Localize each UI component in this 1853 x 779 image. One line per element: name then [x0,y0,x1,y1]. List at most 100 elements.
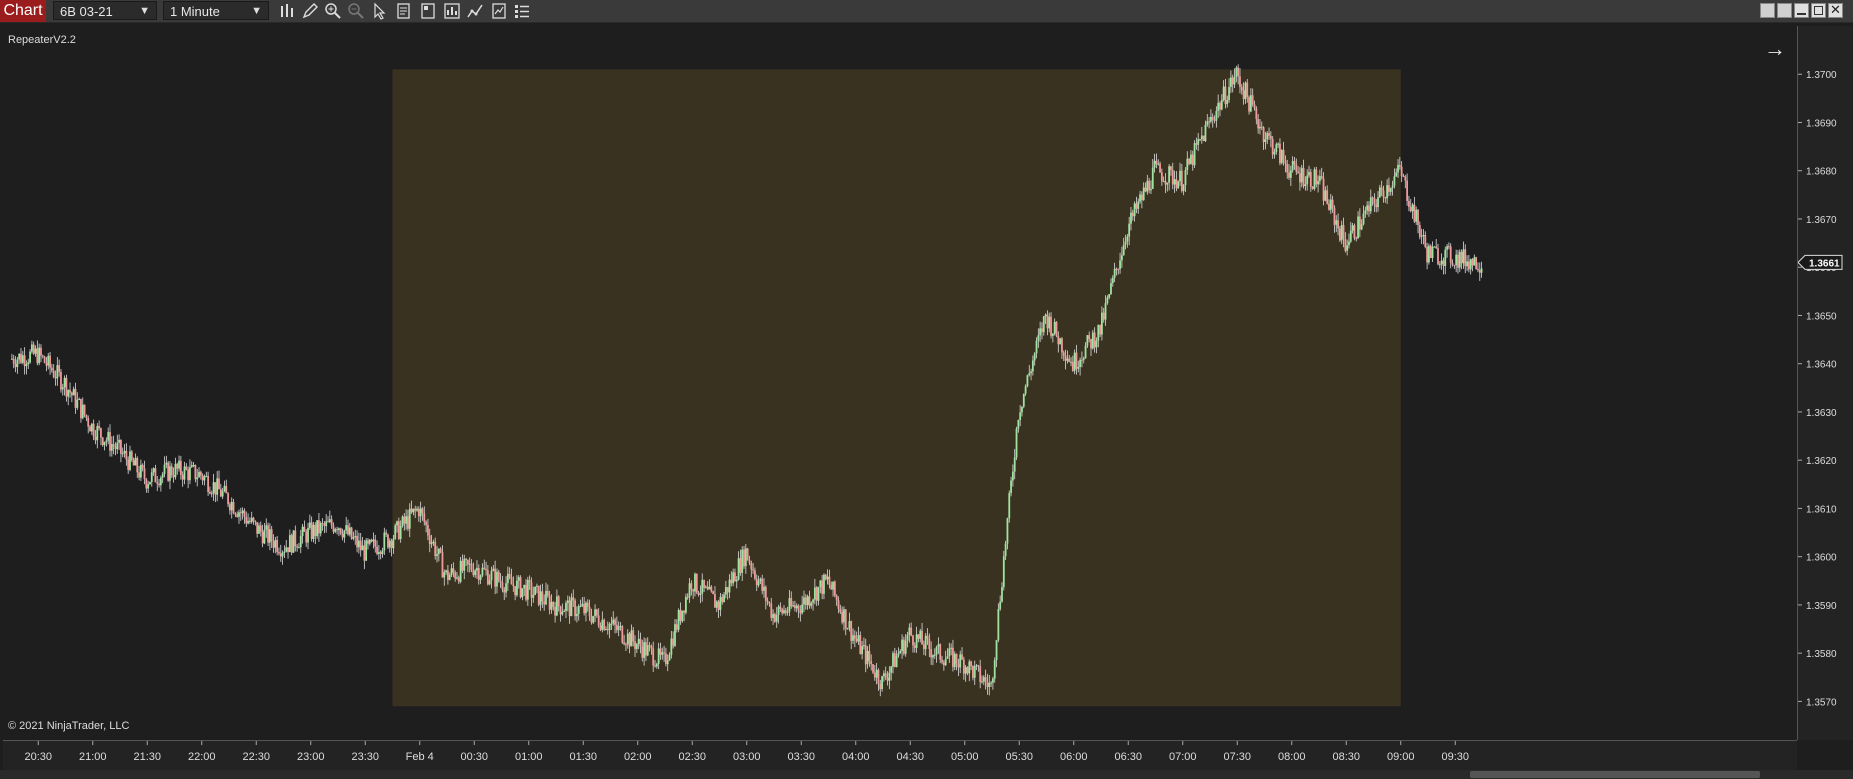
candle [328,510,331,524]
candle [287,547,289,559]
candle [1437,243,1439,266]
arrow-right-icon[interactable]: → [1764,38,1790,60]
candle [199,470,202,480]
candle [49,351,51,375]
time-tick-label: 05:30 [1005,751,1033,763]
candle [234,512,237,518]
data-box-icon[interactable] [395,2,413,20]
draw-pencil-icon[interactable] [301,2,319,20]
candle [245,511,248,528]
candle [50,363,53,373]
time-tick-label: 02:00 [624,751,652,763]
tile-alt-icon[interactable] [1777,3,1792,18]
time-tick-label: 04:00 [842,751,870,763]
zoom-out-icon[interactable] [347,2,365,20]
candle [263,523,266,545]
candle [1091,329,1094,350]
candle [1015,426,1018,461]
price-tick-label: 1.3620 [1806,456,1837,467]
time-tick-label: 03:00 [733,751,761,763]
candle [1442,257,1445,275]
candle [152,467,155,476]
price-tick-label: 1.3610 [1806,504,1837,515]
candle [1202,135,1205,142]
horizontal-scrollbar[interactable] [0,770,1853,779]
zoom-in-icon[interactable] [324,2,342,20]
candle [1422,229,1425,245]
candle [376,540,378,556]
close-icon[interactable]: ✕ [1828,2,1843,18]
candle [1446,244,1448,258]
time-tick-label: 01:00 [515,751,543,763]
candle [109,424,111,457]
candle [123,444,126,458]
price-axis[interactable]: 1.37001.36901.36801.36701.36601.36501.36… [1797,26,1853,740]
time-tick-label: 23:30 [351,751,379,763]
candle [170,463,173,479]
scrollbar-thumb[interactable] [1470,771,1760,778]
list-icon[interactable] [513,2,531,20]
candle [303,520,306,532]
candle [677,608,680,633]
candle [78,397,81,401]
highlight-region [392,69,1401,707]
candle [301,524,304,544]
minimize-icon[interactable] [1794,3,1809,18]
candle [189,459,191,485]
candle [1469,258,1472,275]
time-tick-label: 22:30 [242,751,270,763]
candle [163,456,166,478]
tile-icon[interactable] [1760,3,1775,18]
candle [229,502,231,515]
candle [1453,264,1456,269]
time-axis[interactable]: 20:30 21:00 21:30 22:00 22:30 23:00 23:30 Feb 4… [3,740,1797,771]
chart-plot-area[interactable] [3,26,1797,740]
price-tick-label: 1.3690 [1806,118,1837,129]
time-tick-label: 21:30 [133,751,161,763]
interval-selector[interactable]: 1 Minute ▼ [163,1,269,20]
time-tick-label: 04:30 [896,751,924,763]
candle [125,443,128,466]
candle [116,434,119,454]
instrument-selector[interactable]: 6B 03-21 ▼ [53,1,157,20]
time-tick-label: 06:30 [1114,751,1142,763]
bar-type-icon[interactable] [278,2,296,20]
maximize-icon[interactable] [1811,3,1826,18]
candle [40,344,42,363]
properties-icon[interactable] [419,2,437,20]
candle [196,468,199,487]
candle [1411,202,1414,219]
candle [129,445,131,472]
candle [112,435,115,455]
candle [1409,199,1412,213]
time-tick-label: 05:00 [951,751,979,763]
candle [537,585,540,607]
candle [1457,249,1459,274]
candle [370,538,373,543]
candle [872,664,874,675]
candle [141,463,144,472]
time-tick-label: 07:00 [1169,751,1197,763]
candle [207,471,210,496]
candle [390,538,393,557]
candle [1451,259,1454,267]
candle [149,481,151,485]
candle [1404,174,1407,189]
candle [292,530,295,553]
candle [1418,221,1421,240]
strategies-icon[interactable] [490,2,508,20]
candle [833,580,836,598]
price-tick-label: 1.3640 [1806,360,1837,371]
candle [1400,160,1403,183]
pointer-icon[interactable] [371,2,389,20]
template-icon[interactable] [443,2,461,20]
candle [368,539,371,546]
candle [354,529,357,545]
indicators-icon[interactable] [466,2,484,20]
copyright-text: © 2021 NinjaTrader, LLC [8,720,130,732]
candle [325,514,328,533]
chart-tab[interactable]: Chart [0,0,46,22]
candle [43,355,46,364]
candle [14,356,17,373]
candle [1475,256,1478,270]
